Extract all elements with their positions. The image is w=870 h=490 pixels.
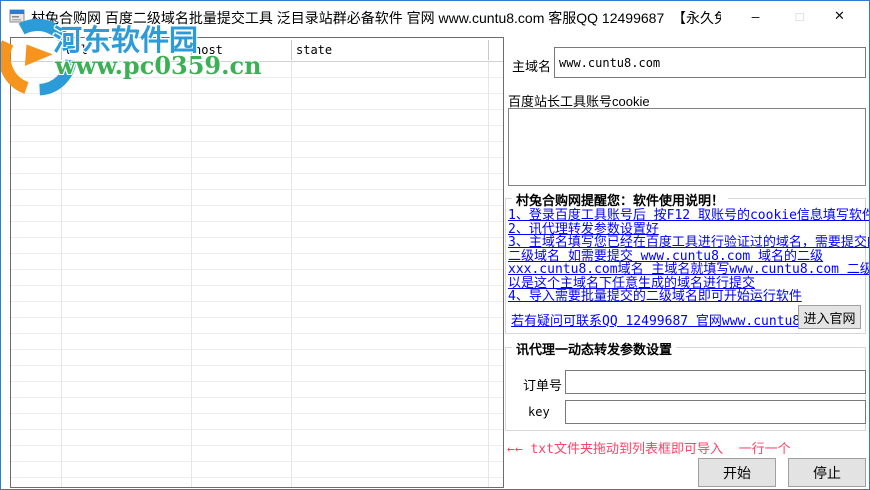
main-domain-label: 主域名	[512, 59, 552, 74]
grid-column-line	[61, 62, 62, 487]
titlebar[interactable]: 村兔合购网 百度二级域名批量提交工具 泛目录站群必备软件 官网 www.cunt…	[1, 1, 869, 31]
window-title: 村兔合购网 百度二级域名批量提交工具 泛目录站群必备软件 官网 www.cunt…	[31, 10, 721, 26]
start-button[interactable]: 开始	[698, 458, 776, 487]
grid-column-line	[291, 62, 292, 487]
notice-line: 以是这个主域名下任意生成的域名进行提交	[508, 275, 756, 291]
notice-line: 3、主域名填写您已经在百度工具进行验证过的域名，需要提交的	[508, 235, 870, 250]
order-number-label: 订单号	[523, 378, 563, 393]
key-label: key	[528, 405, 550, 419]
notice-title: 村兔合购网提醒您：软件使用说明！	[512, 190, 729, 209]
enter-official-site-button[interactable]: 进入官网	[798, 305, 861, 329]
app-icon	[9, 9, 25, 23]
grid-header: url host state	[11, 38, 503, 62]
minimize-button[interactable]: –	[733, 1, 778, 31]
notice-line: 4、导入需要批量提交的二级域名即可开始运行软件	[508, 289, 802, 304]
notice-line: 2、讯代理转发参数设置好	[508, 221, 659, 237]
notice-line: 二级域名 如需要提交 www.cuntu8.com 域名的二级	[508, 248, 824, 264]
key-input[interactable]	[565, 400, 866, 424]
header-separator	[61, 40, 62, 60]
header-separator	[191, 40, 192, 60]
header-separator	[488, 40, 489, 60]
drag-drop-hint: ←← txt文件夹拖动到列表框即可导入 一行一个	[507, 442, 791, 457]
app-window: 村兔合购网 百度二级域名批量提交工具 泛目录站群必备软件 官网 www.cunt…	[0, 0, 870, 490]
notice-line: 1、登录百度工具账号后 按F12 取账号的cookie信息填写软件	[508, 208, 870, 223]
column-header-host[interactable]: host	[194, 43, 223, 57]
grid-column-line	[191, 62, 192, 487]
main-domain-input[interactable]	[554, 47, 866, 78]
domain-list-drop-area[interactable]	[11, 62, 503, 487]
stop-button[interactable]: 停止	[788, 458, 866, 487]
contact-info: 若有疑问可联系QQ 12499687 官网www.cuntu8.com	[511, 314, 832, 329]
grid-column-line	[488, 62, 489, 487]
column-header-url[interactable]: url	[66, 43, 88, 57]
notice-instructions: 1、登录百度工具账号后 按F12 取账号的cookie信息填写软件 2、讯代理转…	[508, 208, 870, 304]
header-separator	[291, 40, 292, 60]
cookie-textarea[interactable]	[508, 108, 866, 186]
order-number-input[interactable]	[565, 370, 866, 394]
maximize-button[interactable]: □	[777, 1, 822, 31]
notice-line: xxx.cuntu8.com域名 主域名就填写www.cuntu8.com 二级…	[508, 262, 869, 277]
column-header-state[interactable]: state	[296, 43, 332, 57]
domain-list-grid: url host state	[10, 37, 504, 488]
close-button[interactable]: ✕	[817, 1, 862, 31]
proxy-title: 讯代理一动态转发参数设置	[512, 339, 677, 358]
